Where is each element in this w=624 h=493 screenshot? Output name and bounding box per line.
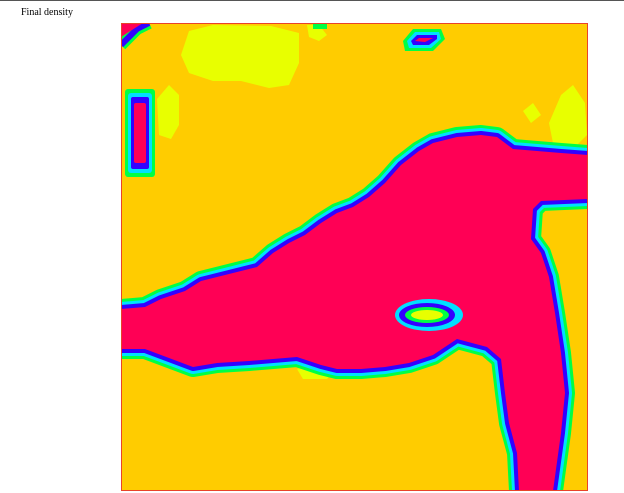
hole-core <box>411 310 443 320</box>
plot-title: Final density <box>21 7 73 18</box>
left-vertical-blob <box>125 89 155 177</box>
output-page: Final density <box>0 0 624 493</box>
top-divider <box>0 0 624 1</box>
density-hole <box>395 299 463 331</box>
density-plot <box>121 23 588 491</box>
